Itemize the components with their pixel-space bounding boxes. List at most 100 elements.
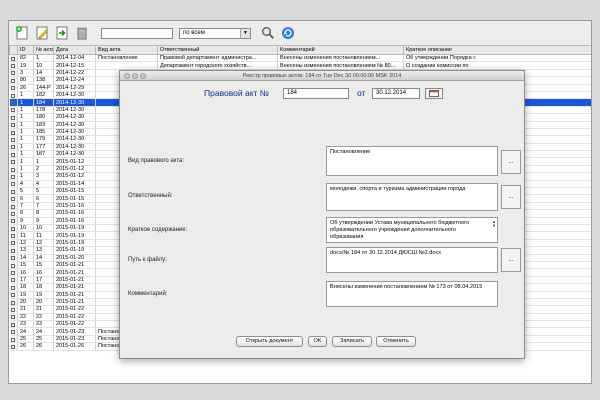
cell-id: 1 bbox=[17, 121, 34, 129]
search-input[interactable] bbox=[101, 27, 173, 39]
row-marker[interactable] bbox=[9, 320, 18, 329]
row-marker-box bbox=[10, 56, 15, 61]
column-header-date[interactable]: Дата bbox=[53, 45, 96, 55]
row-marker[interactable] bbox=[9, 224, 18, 233]
row-marker[interactable] bbox=[9, 239, 18, 248]
close-window-button[interactable] bbox=[124, 73, 130, 79]
column-header-act-number[interactable]: № акта bbox=[33, 45, 54, 55]
table-row[interactable]: 19 10 2014-12-15 Департамент городского хоз… bbox=[9, 61, 591, 70]
cell-act-number: 18 bbox=[33, 283, 54, 292]
filter-select-value: по всем bbox=[183, 29, 205, 36]
export-record-button[interactable] bbox=[53, 24, 71, 42]
row-marker[interactable] bbox=[9, 69, 18, 78]
column-header-responsible[interactable]: Ответственный bbox=[157, 45, 278, 55]
row-marker[interactable] bbox=[9, 113, 18, 122]
row-marker[interactable] bbox=[9, 209, 18, 218]
cell-date: 2014-12-15 bbox=[53, 61, 96, 70]
cell-date: 2015-01-22 bbox=[53, 320, 96, 329]
column-header-id[interactable]: ID bbox=[17, 45, 34, 55]
cell-act-number: 12 bbox=[33, 239, 54, 248]
cancel-button[interactable]: Отменить bbox=[376, 336, 416, 347]
cell-date: 2015-01-22 bbox=[53, 305, 96, 314]
cell-date: 2015-01-21 bbox=[53, 283, 96, 292]
column-header-description[interactable]: Краткое описание bbox=[403, 45, 591, 55]
search-button[interactable] bbox=[259, 24, 277, 42]
row-marker[interactable] bbox=[9, 172, 18, 181]
row-marker-box bbox=[10, 263, 15, 268]
file-path-field[interactable]: docs/№ 184 от 30.12.2014 ДЮСШ №2.docx bbox=[326, 247, 498, 273]
row-marker[interactable] bbox=[9, 121, 18, 129]
table-header: ID № акта Дата Вид акта Ответственный Ко… bbox=[9, 45, 591, 55]
cell-id: 20 bbox=[17, 298, 34, 307]
ok-button[interactable]: OK bbox=[308, 336, 327, 347]
act-number-field[interactable]: 184 bbox=[283, 88, 349, 99]
responsible-browse-button[interactable]: ... bbox=[501, 185, 521, 209]
row-marker[interactable] bbox=[9, 268, 18, 277]
row-marker[interactable] bbox=[9, 291, 18, 299]
filter-select[interactable]: по всем ▼ bbox=[179, 27, 251, 39]
row-marker[interactable] bbox=[9, 231, 18, 240]
cell-date: 2015-01-21 bbox=[53, 268, 96, 277]
calendar-button[interactable] bbox=[425, 88, 443, 99]
row-marker[interactable] bbox=[9, 98, 18, 107]
add-record-button[interactable] bbox=[13, 24, 31, 42]
row-marker[interactable] bbox=[9, 61, 18, 70]
row-marker[interactable] bbox=[9, 91, 18, 100]
cell-date: 2014-12-04 bbox=[53, 54, 96, 63]
delete-record-button[interactable] bbox=[73, 24, 91, 42]
row-marker[interactable] bbox=[9, 128, 18, 137]
row-marker[interactable] bbox=[9, 298, 18, 307]
row-marker[interactable] bbox=[9, 327, 18, 336]
responsible-field[interactable]: молодежи, спорта и туризма администрации… bbox=[326, 183, 498, 211]
row-marker[interactable] bbox=[9, 157, 18, 166]
scroll-arrows-icon[interactable]: ▲ ▼ bbox=[492, 220, 496, 228]
refresh-button[interactable] bbox=[279, 24, 297, 42]
row-marker[interactable] bbox=[9, 165, 18, 174]
minimize-window-button[interactable] bbox=[132, 73, 138, 79]
row-marker[interactable] bbox=[9, 76, 18, 85]
row-marker[interactable] bbox=[9, 150, 18, 159]
row-marker[interactable] bbox=[9, 180, 18, 189]
row-marker[interactable] bbox=[9, 261, 18, 270]
cell-act-number: 19 bbox=[33, 291, 54, 299]
edit-record-button[interactable] bbox=[33, 24, 51, 42]
act-date-field[interactable]: 30.12.2014 bbox=[372, 88, 420, 99]
row-marker[interactable] bbox=[9, 276, 18, 285]
row-marker[interactable] bbox=[9, 135, 18, 144]
description-field[interactable]: Об утверждении Устава муниципального бюд… bbox=[326, 217, 498, 243]
row-marker[interactable] bbox=[9, 187, 18, 196]
cell-date: 2015-01-19 bbox=[53, 239, 96, 248]
column-header-act-type[interactable]: Вид акта bbox=[95, 45, 158, 55]
row-marker[interactable] bbox=[9, 305, 18, 314]
dialog-button-bar: Открыть документ OK Записать Отменить bbox=[120, 336, 524, 348]
row-marker[interactable] bbox=[9, 143, 18, 152]
row-marker[interactable] bbox=[9, 54, 18, 63]
row-marker[interactable] bbox=[9, 254, 18, 262]
row-marker[interactable] bbox=[9, 313, 18, 322]
row-marker[interactable] bbox=[9, 246, 18, 255]
save-button[interactable]: Записать bbox=[332, 336, 372, 347]
row-marker[interactable] bbox=[9, 194, 18, 203]
file-path-browse-button[interactable]: ... bbox=[501, 248, 521, 272]
zoom-window-button[interactable] bbox=[140, 73, 146, 79]
row-marker[interactable] bbox=[9, 283, 18, 292]
chevron-down-icon: ▼ bbox=[240, 28, 250, 38]
cell-id: 22 bbox=[17, 313, 34, 322]
row-marker[interactable] bbox=[9, 342, 18, 351]
cell-act-number: 22 bbox=[33, 313, 54, 322]
row-marker[interactable] bbox=[9, 202, 18, 211]
row-marker[interactable] bbox=[9, 217, 18, 226]
row-marker-box bbox=[10, 78, 15, 83]
column-header-comment[interactable]: Комментарий bbox=[277, 45, 404, 55]
row-marker[interactable] bbox=[9, 106, 18, 115]
table-row[interactable]: 82 1 2014-12-04 Постановление Правовой депар… bbox=[9, 54, 591, 63]
row-marker-box bbox=[10, 315, 15, 320]
row-marker[interactable] bbox=[9, 84, 18, 92]
act-type-field[interactable]: Постановление bbox=[326, 146, 498, 176]
act-type-browse-button[interactable]: ... bbox=[501, 150, 521, 174]
comment-field[interactable]: Внесены изменения постановлением № 173 о… bbox=[326, 281, 498, 307]
cell-id: 3 bbox=[17, 69, 34, 78]
row-marker[interactable] bbox=[9, 335, 18, 344]
description-label: Краткое содержание: bbox=[128, 227, 188, 233]
open-document-button[interactable]: Открыть документ bbox=[236, 336, 303, 347]
